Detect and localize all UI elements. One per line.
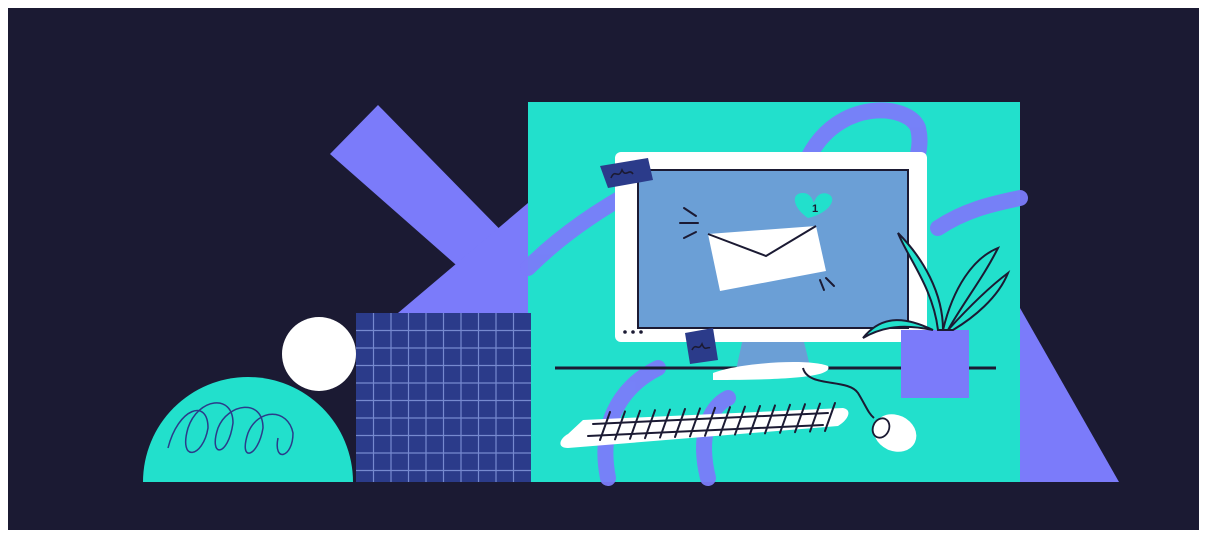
teal-hemisphere bbox=[143, 377, 353, 482]
white-circle bbox=[282, 317, 356, 391]
illustration-frame: 1 bbox=[8, 8, 1199, 530]
notification-count: 1 bbox=[812, 203, 818, 215]
purple-triangle-right bbox=[1020, 308, 1119, 482]
sticky-note-bottom bbox=[685, 328, 718, 364]
computer-scene-svg: 1 bbox=[143, 102, 1119, 486]
navy-grid-board bbox=[356, 313, 531, 482]
